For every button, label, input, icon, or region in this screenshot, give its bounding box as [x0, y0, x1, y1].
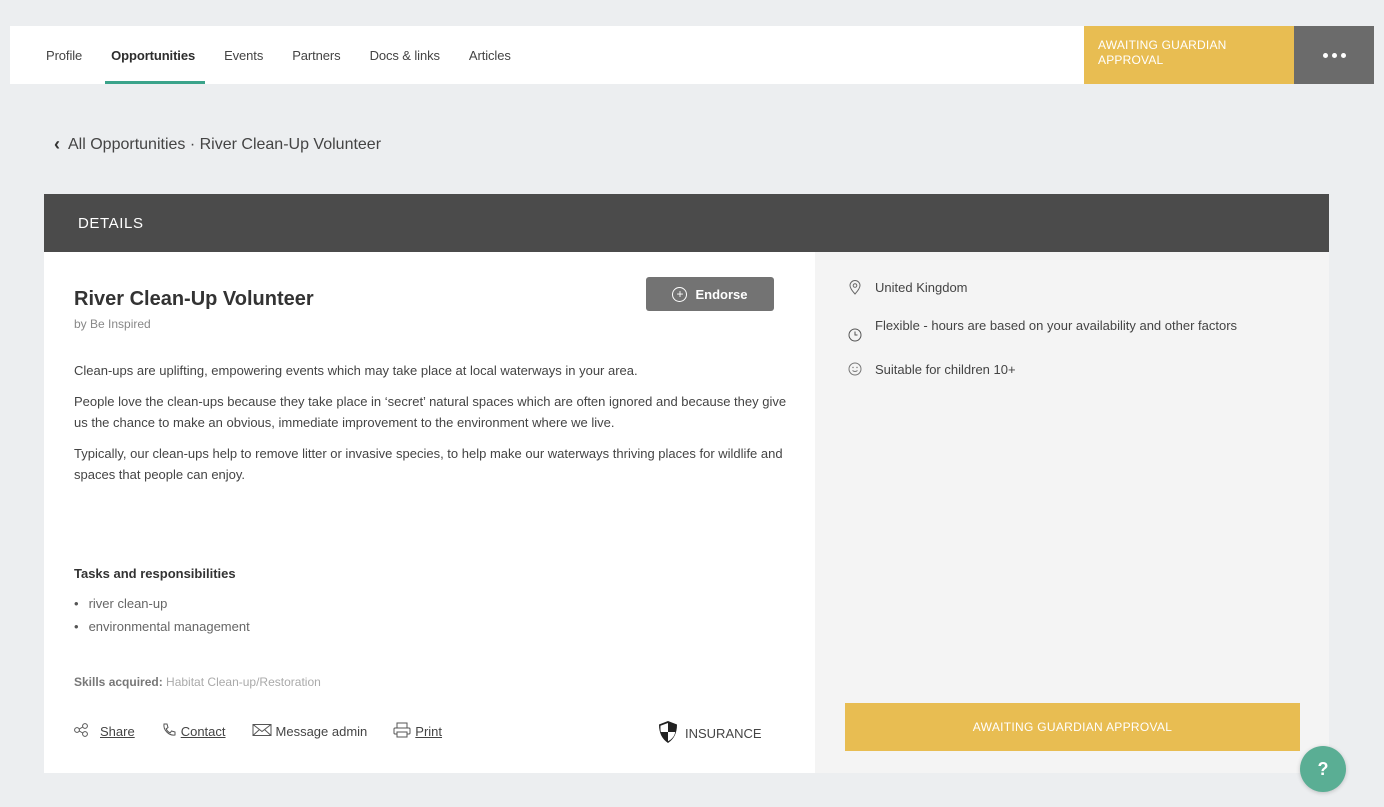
status-line-2: APPROVAL: [1098, 53, 1164, 67]
time-text: Flexible - hours are based on your avail…: [875, 318, 1238, 333]
opportunity-details: River Clean-Up Volunteer by Be Inspired …: [44, 252, 815, 773]
insurance-label: INSURANCE: [685, 726, 762, 741]
breadcrumb-text: All Opportunities · River Clean-Up Volun…: [68, 135, 382, 153]
status-line-1: AWAITING GUARDIAN: [1098, 38, 1227, 52]
tab-events[interactable]: Events: [224, 26, 263, 84]
smiley-icon: [847, 360, 863, 380]
contact-label: Contact: [180, 724, 226, 739]
message-admin-link[interactable]: Message admin: [252, 723, 368, 740]
phone-icon: [161, 722, 177, 741]
details-header: DETAILS: [44, 194, 1329, 252]
opportunity-byline: by Be Inspired: [74, 317, 151, 331]
skills-label: Skills acquired:: [74, 675, 163, 689]
plus-circle-icon: +: [672, 286, 688, 302]
opportunity-description: Clean-ups are uplifting, empowering even…: [74, 360, 794, 495]
help-button[interactable]: ?: [1300, 746, 1346, 792]
info-list: United Kingdom Flexible - hours are base…: [847, 278, 1307, 398]
list-item: environmental management: [74, 615, 250, 638]
share-label: Share: [100, 724, 135, 739]
opportunity-info-panel: United Kingdom Flexible - hours are base…: [815, 252, 1329, 773]
age-text: Suitable for children 10+: [875, 362, 1016, 377]
list-item: river clean-up: [74, 592, 250, 615]
print-label: Print: [415, 724, 443, 739]
location-text: United Kingdom: [875, 280, 968, 295]
shield-icon: [657, 720, 679, 747]
envelope-icon: [252, 723, 272, 740]
tab-partners[interactable]: Partners: [292, 26, 340, 84]
chevron-left-icon: ‹: [54, 134, 60, 154]
awaiting-approval-status: AWAITING GUARDIAN APPROVAL: [1084, 26, 1294, 84]
share-link[interactable]: Share: [74, 723, 135, 740]
opportunity-title: River Clean-Up Volunteer: [74, 288, 314, 310]
description-paragraph: People love the clean-ups because they t…: [74, 394, 787, 430]
description-paragraph: Clean-ups are uplifting, empowering even…: [74, 363, 638, 378]
insurance-badge[interactable]: INSURANCE: [657, 720, 762, 747]
share-icon: [74, 723, 96, 740]
contact-link[interactable]: Contact: [161, 722, 226, 741]
tab-docs-links[interactable]: Docs & links: [370, 26, 440, 84]
skills-acquired: Skills acquired: Habitat Clean-up/Restor…: [74, 675, 321, 689]
message-admin-label: Message admin: [275, 724, 368, 739]
more-menu-button[interactable]: [1294, 26, 1374, 84]
tasks-list: river clean-up environmental management: [74, 592, 250, 638]
action-bar: Share Contact Message admin Print: [74, 722, 468, 741]
details-heading: DETAILS: [78, 214, 144, 232]
awaiting-guardian-approval-button[interactable]: AWAITING GUARDIAN APPROVAL: [845, 703, 1300, 751]
more-horizontal-icon: [1322, 52, 1346, 58]
printer-icon: [393, 722, 411, 741]
endorse-button[interactable]: + Endorse: [646, 277, 774, 311]
tasks-heading: Tasks and responsibilities: [74, 566, 236, 581]
location-pin-icon: [847, 278, 863, 298]
tab-bar: Profile Opportunities Events Partners Do…: [10, 26, 540, 84]
tab-articles[interactable]: Articles: [469, 26, 511, 84]
skills-value: Habitat Clean-up/Restoration: [166, 675, 321, 689]
description-paragraph: Typically, our clean-ups help to remove …: [74, 446, 783, 482]
location-info: United Kingdom: [847, 278, 1307, 298]
print-link[interactable]: Print: [393, 722, 442, 741]
breadcrumb[interactable]: ‹ All Opportunities · River Clean-Up Vol…: [54, 134, 381, 155]
endorse-label: Endorse: [695, 286, 748, 302]
clock-icon: [847, 316, 863, 342]
time-info: Flexible - hours are based on your avail…: [847, 316, 1307, 342]
age-info: Suitable for children 10+: [847, 360, 1307, 380]
tab-profile[interactable]: Profile: [46, 26, 82, 84]
tab-opportunities[interactable]: Opportunities: [105, 26, 205, 84]
top-nav: Profile Opportunities Events Partners Do…: [10, 26, 1374, 84]
